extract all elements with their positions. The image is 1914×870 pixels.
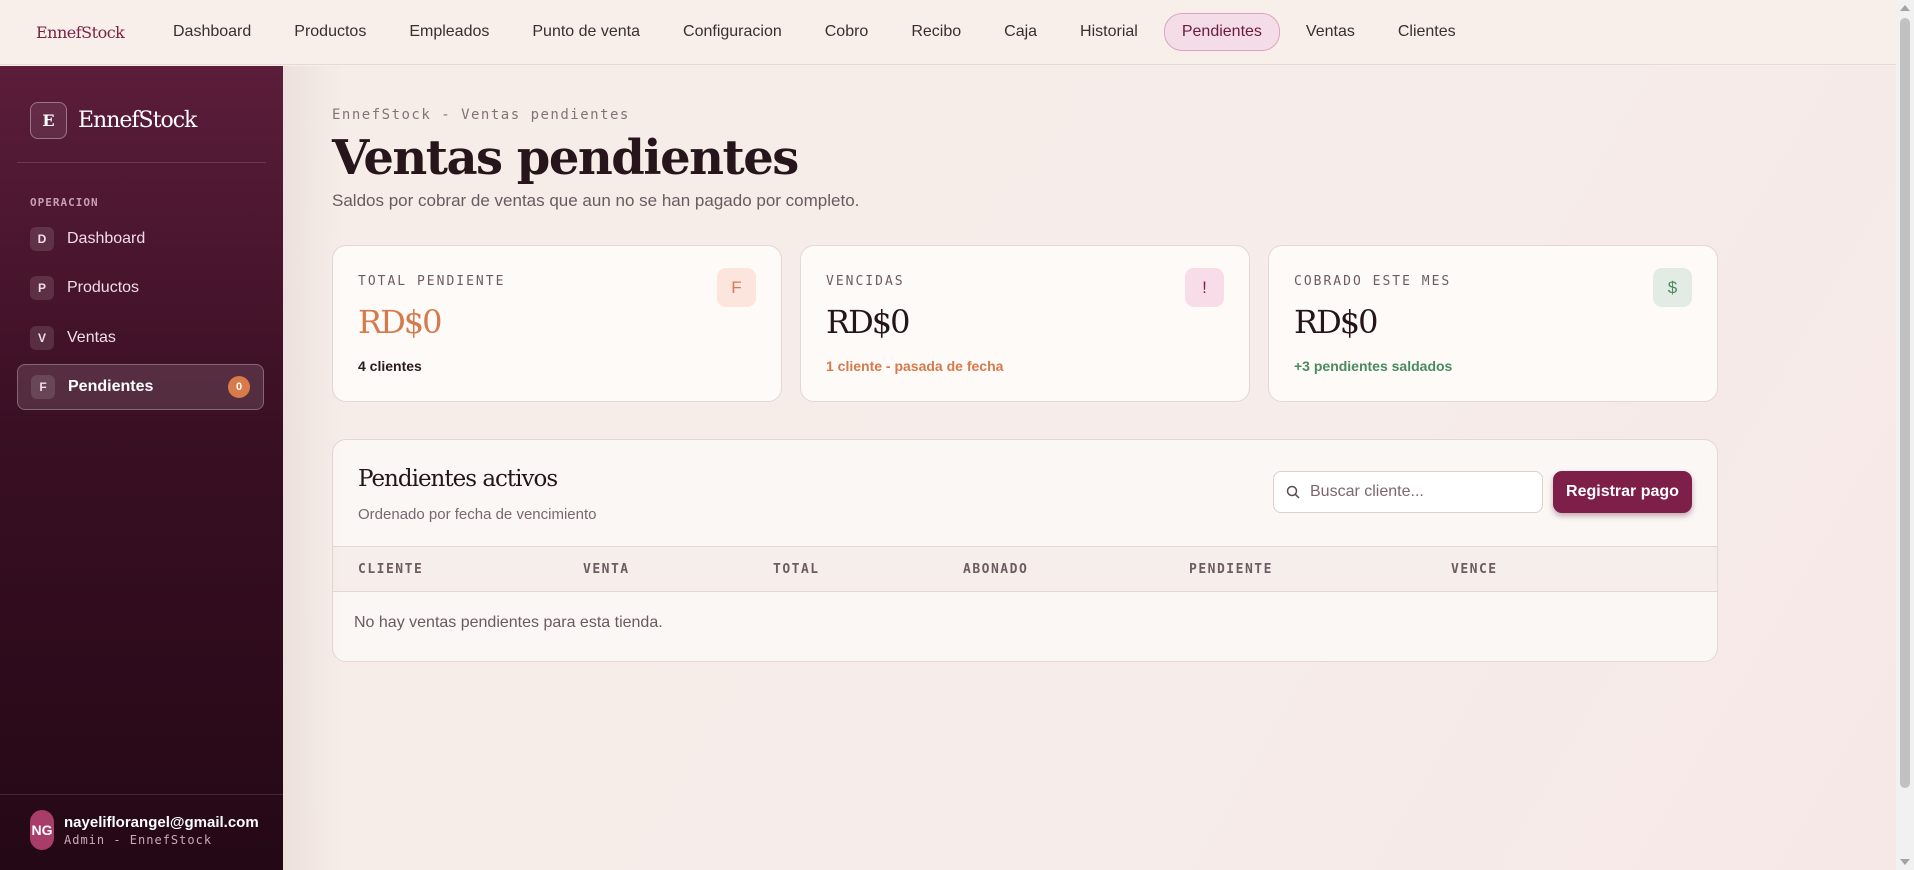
pending-sales-panel: Pendientes activos Ordenado por fecha de… [332,439,1718,662]
sidebar: E EnnefStock OPERACION D Dashboard P Pro… [0,66,283,870]
user-role: Admin - EnnefStock [64,832,213,847]
avatar: NG [30,810,54,850]
stat-card-label: COBRADO ESTE MES [1294,274,1452,289]
sidebar-brand-name: EnnefStock [78,108,197,133]
panel-subtitle: Ordenado por fecha de vencimiento [358,506,597,523]
panel-title: Pendientes activos [358,466,558,492]
register-payment-button[interactable]: Registrar pago [1553,471,1692,513]
nav-link-caja[interactable]: Caja [987,14,1054,50]
page-title: Ventas pendientes [332,130,799,186]
stat-card-total-pendiente: TOTAL PENDIENTE RD$0 4 clientes F [332,245,782,402]
dollar-icon: $ [1653,268,1692,307]
nav-link-historial[interactable]: Historial [1063,14,1155,50]
main-content: EnnefStock - Ventas pendientes Ventas pe… [283,66,1896,870]
stat-card-note: +3 pendientes saldados [1294,358,1453,374]
scrollbar-thumb[interactable] [1900,18,1910,788]
stat-card-note: 1 cliente - pasada de fecha [826,358,1004,374]
nav-link-ventas[interactable]: Ventas [1289,14,1372,50]
top-navigation: EnnefStock Dashboard Productos Empleados… [0,0,1896,65]
stat-card-label: VENCIDAS [826,274,905,289]
scroll-down-arrow-icon[interactable] [1900,859,1910,865]
invoice-icon: F [717,268,756,307]
scroll-up-arrow-icon[interactable] [1900,5,1910,11]
column-header-vence[interactable]: VENCE [1451,562,1498,577]
sidebar-brand[interactable]: E EnnefStock [30,102,197,139]
page-scrollbar[interactable] [1896,0,1914,870]
nav-link-recibo[interactable]: Recibo [894,14,978,50]
sidebar-footer-divider [0,794,283,795]
top-brand-logo[interactable]: EnnefStock [36,23,156,42]
sidebar-item-label: Pendientes [68,378,154,395]
sidebar-item-label: Dashboard [67,230,146,247]
nav-link-punto-de-venta[interactable]: Punto de venta [515,14,657,50]
nav-link-clientes[interactable]: Clientes [1381,14,1473,50]
search-input[interactable] [1310,483,1530,501]
stat-card-value: RD$0 [1294,303,1378,341]
nav-link-pendientes[interactable]: Pendientes [1163,13,1280,51]
sidebar-item-productos[interactable]: P Productos [17,265,264,311]
sidebar-item-pendientes[interactable]: F Pendientes 0 [17,364,264,410]
sidebar-item-dashboard[interactable]: D Dashboard [17,216,264,262]
table-header: CLIENTE VENTA TOTAL ABONADO PENDIENTE VE… [333,546,1717,592]
alert-icon: ! [1185,268,1224,307]
stat-card-note: 4 clientes [358,358,422,374]
column-header-cliente[interactable]: CLIENTE [358,562,423,577]
sidebar-item-letter-icon: F [31,375,55,399]
column-header-pendiente[interactable]: PENDIENTE [1189,562,1273,577]
sidebar-divider [17,162,266,163]
sidebar-item-ventas[interactable]: V Ventas [17,315,264,361]
user-profile[interactable]: NG nayeliflorangel@gmail.com Admin - Enn… [30,810,259,850]
stat-card-value: RD$0 [826,303,910,341]
column-header-venta[interactable]: VENTA [583,562,630,577]
sidebar-item-letter-icon: D [30,227,54,251]
sidebar-shadow [283,66,343,870]
sidebar-item-label: Ventas [67,329,116,346]
pending-count-badge: 0 [228,376,250,398]
stat-card-value: RD$0 [358,303,442,341]
nav-link-dashboard[interactable]: Dashboard [156,14,268,50]
breadcrumb: EnnefStock - Ventas pendientes [332,107,630,123]
page-subtitle: Saldos por cobrar de ventas que aun no s… [332,191,860,210]
stat-card-vencidas: VENCIDAS RD$0 1 cliente - pasada de fech… [800,245,1250,402]
search-icon [1286,485,1300,499]
sidebar-section-heading: OPERACION [30,196,99,209]
top-nav-links: Dashboard Productos Empleados Punto de v… [156,13,1482,51]
nav-link-configuracion[interactable]: Configuracion [666,14,799,50]
empty-state-message: No hay ventas pendientes para esta tiend… [354,614,663,631]
search-field[interactable] [1273,471,1543,513]
column-header-total[interactable]: TOTAL [773,562,820,577]
sidebar-item-letter-icon: P [30,276,54,300]
sidebar-item-letter-icon: V [30,326,54,350]
user-email: nayeliflorangel@gmail.com [64,813,259,831]
brand-logo-icon: E [30,102,67,139]
nav-link-empleados[interactable]: Empleados [392,14,506,50]
user-info: nayeliflorangel@gmail.com Admin - EnnefS… [64,814,259,847]
column-header-abonado[interactable]: ABONADO [963,562,1028,577]
stat-card-cobrado-este-mes: COBRADO ESTE MES RD$0 +3 pendientes sald… [1268,245,1718,402]
nav-link-productos[interactable]: Productos [277,14,383,50]
nav-link-cobro[interactable]: Cobro [808,14,886,50]
sidebar-item-label: Productos [67,279,140,296]
stat-card-label: TOTAL PENDIENTE [358,274,506,289]
